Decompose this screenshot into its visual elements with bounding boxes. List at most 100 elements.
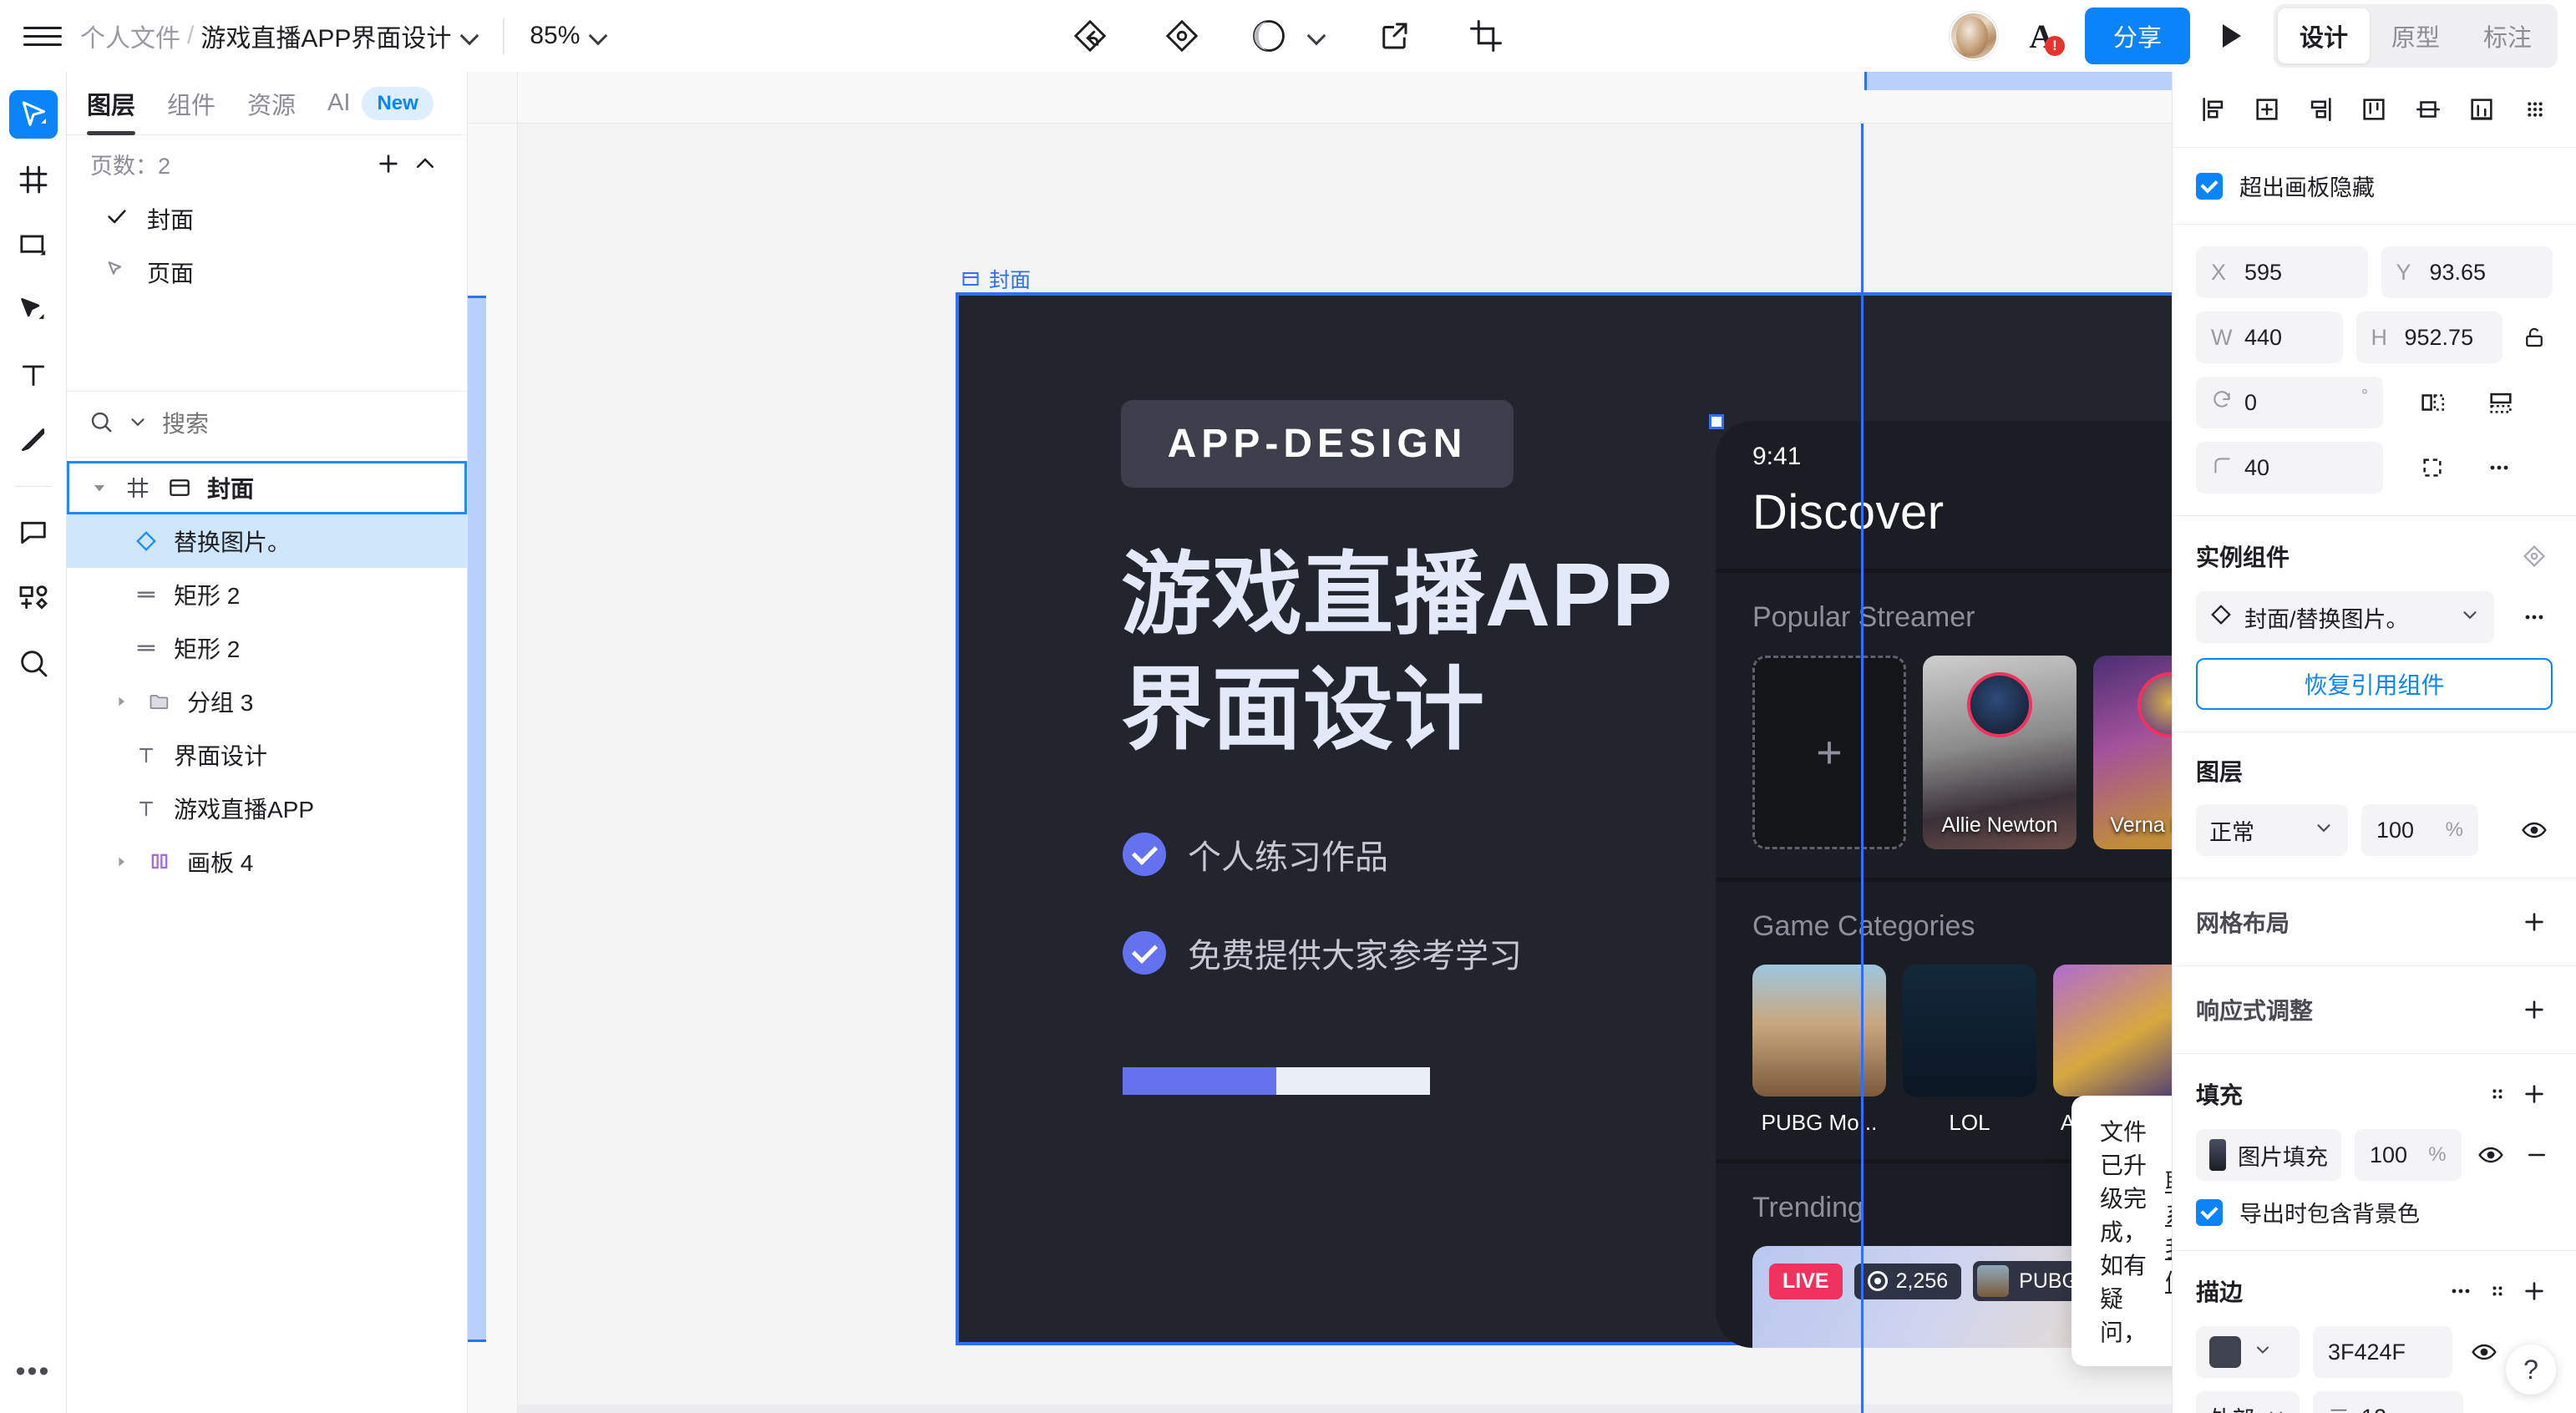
tab-design[interactable]: 设计: [2277, 8, 2370, 63]
pen-tool-icon[interactable]: [9, 286, 58, 334]
breadcrumb-filename[interactable]: 游戏直播APP界面设计: [200, 18, 451, 54]
streamer-list[interactable]: Allie Newton Verna Foster Meooo: [1752, 656, 2172, 849]
corner-radius-field[interactable]: 40: [2196, 442, 2383, 494]
stroke-color-selector[interactable]: [2196, 1326, 2300, 1378]
export-icon[interactable]: [1372, 13, 1417, 58]
artboard-cover[interactable]: APP-DESIGN 游戏直播APP 界面设计 个人练习作品 免费提供大家参考学…: [956, 292, 2172, 1348]
h-field[interactable]: H 952.75: [2355, 311, 2502, 363]
rotation-field[interactable]: 0 °: [2196, 377, 2383, 428]
add-responsive-icon[interactable]: [2516, 991, 2553, 1028]
stroke-hex-field[interactable]: 3F424F: [2313, 1326, 2452, 1378]
search-icon[interactable]: [89, 409, 114, 440]
add-page-icon[interactable]: [370, 145, 407, 182]
flip-horizontal-icon[interactable]: [2411, 382, 2453, 423]
canvas[interactable]: 封面 APP-DESIGN 游戏直播APP 界面设计 个人练习作品 免费提供大家…: [468, 72, 2172, 1413]
align-left-icon[interactable]: [2193, 89, 2234, 130]
search-filter-chevron-down-icon[interactable]: [127, 411, 149, 438]
create-component-icon[interactable]: [1159, 13, 1204, 58]
component-selector[interactable]: 封面/替换图片。: [2196, 591, 2494, 643]
clip-content-checkbox[interactable]: [2196, 172, 2223, 200]
align-middle-icon[interactable]: [2407, 89, 2449, 130]
chevron-down-icon[interactable]: [89, 480, 110, 495]
fill-visibility-eye-icon[interactable]: [2475, 1137, 2508, 1173]
fill-type-selector[interactable]: 图片填充: [2196, 1129, 2341, 1181]
align-top-icon[interactable]: [2353, 89, 2395, 130]
zoom-tool-icon[interactable]: [9, 639, 58, 687]
chevron-right-icon[interactable]: [110, 855, 132, 869]
flip-vertical-icon[interactable]: [2480, 382, 2522, 423]
fill-opacity-field[interactable]: 100 %: [2355, 1129, 2462, 1181]
selection-handle-tl[interactable]: [1709, 414, 1724, 429]
streamer-card[interactable]: Allie Newton: [1923, 656, 2077, 849]
tab-layers[interactable]: 图层: [87, 72, 136, 135]
component-reset-icon[interactable]: [1067, 13, 1113, 58]
tab-prototype[interactable]: 原型: [2370, 8, 2462, 63]
rectangle-tool-icon[interactable]: [9, 220, 58, 269]
share-button[interactable]: 分享: [2084, 8, 2190, 64]
tab-components[interactable]: 组件: [167, 72, 216, 135]
stroke-visibility-eye-icon[interactable]: [2466, 1334, 2502, 1370]
more-tools-icon[interactable]: •••: [16, 1355, 51, 1388]
text-tool-icon[interactable]: [9, 351, 58, 399]
breadcrumb-folder[interactable]: 个人文件: [80, 18, 180, 54]
tab-ai[interactable]: AI: [327, 72, 350, 135]
tab-resources[interactable]: 资源: [247, 72, 296, 135]
knife-tool-icon[interactable]: [9, 416, 58, 464]
collapse-pages-icon[interactable]: [407, 145, 444, 182]
layer-row-rect-1[interactable]: 矩形 2: [67, 568, 467, 621]
frame-tool-icon[interactable]: [9, 155, 58, 204]
stroke-width-field[interactable]: 12: [2313, 1391, 2463, 1413]
tab-annotate[interactable]: 标注: [2462, 8, 2553, 63]
add-grid-layout-icon[interactable]: [2516, 904, 2553, 940]
toast-contact-link[interactable]: 联系我们: [2165, 1164, 2172, 1298]
page-item-page[interactable]: 页面: [67, 246, 467, 299]
layer-row-group-3[interactable]: 分组 3: [67, 675, 467, 728]
font-alert-icon[interactable]: A !: [2020, 14, 2065, 58]
streamer-card-placeholder[interactable]: [1752, 656, 1906, 849]
more-options-icon[interactable]: [2478, 447, 2520, 489]
stroke-more-icon[interactable]: [2442, 1273, 2479, 1309]
layer-row-text-ui[interactable]: 界面设计: [67, 728, 467, 782]
chevron-down-icon[interactable]: [461, 28, 478, 44]
add-fill-icon[interactable]: [2516, 1076, 2553, 1112]
layer-row-cover[interactable]: 封面: [67, 461, 467, 514]
layer-row-replace-image[interactable]: 替换图片。: [67, 514, 467, 568]
avatar[interactable]: [1949, 12, 1998, 60]
fill-color-picker[interactable]: [1251, 18, 1325, 53]
stroke-styles-icon[interactable]: [2479, 1273, 2516, 1309]
restore-component-button[interactable]: 恢复引用组件: [2196, 658, 2553, 710]
zoom-control[interactable]: 85%: [530, 22, 606, 50]
search-input[interactable]: [162, 411, 464, 438]
game-category-card[interactable]: PUBG Mo...: [1752, 965, 1886, 1137]
blend-mode-selector[interactable]: 正常: [2196, 804, 2348, 856]
align-bottom-icon[interactable]: [2461, 89, 2502, 130]
align-right-icon[interactable]: [2300, 89, 2341, 130]
layer-row-text-app[interactable]: 游戏直播APP: [67, 782, 467, 835]
y-field[interactable]: Y 93.65: [2381, 246, 2553, 298]
export-bg-row[interactable]: 导出时包含背景色: [2196, 1196, 2553, 1228]
present-play-icon[interactable]: [2212, 16, 2252, 56]
insert-component-tool-icon[interactable]: [9, 574, 58, 622]
distribute-grid-icon[interactable]: [2514, 89, 2556, 130]
main-menu-button[interactable]: [23, 17, 62, 55]
layer-visibility-eye-icon[interactable]: [2516, 812, 2553, 848]
game-category-card[interactable]: LOL: [1903, 965, 2036, 1137]
x-field[interactable]: X 595: [2196, 246, 2368, 298]
layer-row-rect-2[interactable]: 矩形 2: [67, 621, 467, 675]
independent-corners-icon[interactable]: [2411, 447, 2453, 489]
artboard-label[interactable]: 封面: [961, 264, 1031, 294]
goto-component-icon[interactable]: [2516, 538, 2553, 575]
chevron-right-icon[interactable]: [110, 695, 132, 708]
clip-content-row[interactable]: 超出画板隐藏: [2196, 170, 2553, 202]
align-center-h-icon[interactable]: [2246, 89, 2288, 130]
remove-fill-icon[interactable]: [2520, 1137, 2553, 1173]
stroke-position-selector[interactable]: 外部: [2196, 1391, 2300, 1413]
layer-opacity-field[interactable]: 100 %: [2361, 804, 2478, 856]
comment-tool-icon[interactable]: [9, 509, 58, 557]
w-field[interactable]: W 440: [2196, 311, 2343, 363]
component-more-icon[interactable]: [2516, 599, 2553, 636]
page-item-cover[interactable]: 封面: [67, 192, 467, 246]
move-tool-icon[interactable]: [8, 90, 58, 139]
add-stroke-icon[interactable]: [2516, 1273, 2553, 1309]
fill-styles-icon[interactable]: [2479, 1076, 2516, 1112]
